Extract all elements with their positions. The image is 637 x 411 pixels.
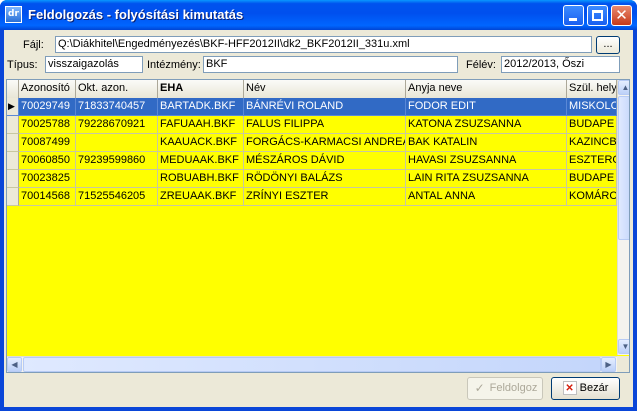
semester-field[interactable]: 2012/2013, Őszi [501, 56, 620, 73]
process-button-label: Feldolgoz [489, 382, 538, 394]
maximize-icon [592, 10, 603, 21]
row-indicator[interactable] [7, 116, 19, 134]
table-cell[interactable]: BAK KATALIN [406, 134, 567, 152]
scroll-up-icon[interactable]: ▲ [618, 80, 629, 95]
table-cell[interactable]: FAFUAAH.BKF [158, 116, 244, 134]
table-cell[interactable]: 70023825 [19, 170, 76, 188]
table-row[interactable]: 70087499 KAAUACK.BKF FORGÁCS-KARMACSI ANDR… [7, 134, 617, 152]
title-bar[interactable]: dr Feldolgozás - folyósítási kimutatás ✕ [0, 0, 637, 30]
header-indicator [7, 80, 19, 98]
minimize-button[interactable] [563, 5, 584, 26]
table-cell[interactable]: KAZINCB [567, 134, 617, 152]
table-row[interactable]: 70025788 79228670921 FAFUAAH.BKF FALUS FILI… [7, 116, 617, 134]
column-header-okt-azon[interactable]: Okt. azon. [76, 80, 158, 98]
table-row[interactable]: ▶ 70029749 71833740457 BARTADK.BKF BÁNRÉVI R… [7, 98, 617, 116]
table-cell[interactable]: 79228670921 [76, 116, 158, 134]
table-cell[interactable]: ZRÍNYI ESZTER [244, 188, 406, 206]
institution-field[interactable]: BKF [203, 56, 458, 73]
row-indicator[interactable] [7, 170, 19, 188]
maximize-button[interactable] [587, 5, 608, 26]
checkmark-icon: ✓ [474, 381, 485, 396]
table-cell[interactable]: LAIN RITA ZSUZSANNA [406, 170, 567, 188]
column-header-id[interactable]: Azonosító [19, 80, 76, 98]
table-row[interactable]: 70014568 71525546205 ZREUAAK.BKF ZRÍNYI ESZ… [7, 188, 617, 206]
table-cell[interactable]: 71833740457 [76, 98, 158, 116]
horizontal-scrollbar[interactable]: ◀ ▶ [7, 356, 617, 372]
table-cell[interactable]: 70025788 [19, 116, 76, 134]
close-x-icon: ✕ [562, 381, 577, 396]
table-cell[interactable]: 70014568 [19, 188, 76, 206]
table-cell[interactable]: 71525546205 [76, 188, 158, 206]
semester-label: Félév: [466, 59, 496, 71]
type-label: Típus: [7, 59, 38, 71]
scroll-down-icon[interactable]: ▼ [618, 339, 629, 354]
institution-label: Intézmény: [147, 59, 201, 71]
scroll-right-icon[interactable]: ▶ [601, 357, 616, 372]
vertical-scrollbar[interactable]: ▲ ▼ [617, 80, 629, 355]
browse-button[interactable]: ... [596, 36, 620, 54]
row-indicator[interactable] [7, 134, 19, 152]
scroll-left-icon[interactable]: ◀ [7, 357, 22, 372]
table-cell[interactable]: BÁNRÉVI ROLAND [244, 98, 406, 116]
table-cell[interactable]: 70060850 [19, 152, 76, 170]
table-cell[interactable]: MISKOLC [567, 98, 617, 116]
table-cell[interactable]: ESZTERG [567, 152, 617, 170]
row-indicator[interactable] [7, 188, 19, 206]
window-title: Feldolgozás - folyósítási kimutatás [28, 7, 244, 22]
type-field[interactable]: visszaigazolás [45, 56, 143, 73]
table-cell[interactable]: FODOR EDIT [406, 98, 567, 116]
column-header-birthplace[interactable]: Szül. hely [567, 80, 617, 98]
dialog-body: Fájl: Q:\Diákhitel\Engedményezés\BKF-HFF… [4, 30, 633, 407]
file-label: Fájl: [23, 39, 44, 51]
table-row[interactable]: 70060850 79239599860 MEDUAAK.BKF MÉSZÁROS D… [7, 152, 617, 170]
table-cell[interactable]: 70087499 [19, 134, 76, 152]
close-icon: ✕ [615, 6, 628, 24]
scrollbar-corner [617, 356, 629, 372]
table-cell[interactable]: BUDAPE [567, 116, 617, 134]
table-cell[interactable]: MEDUAAK.BKF [158, 152, 244, 170]
table-cell[interactable]: ANTAL ANNA [406, 188, 567, 206]
process-button[interactable]: ✓ Feldolgoz [467, 377, 543, 400]
column-header-eha[interactable]: EHA [158, 80, 244, 98]
data-grid[interactable]: Azonosító Okt. azon. EHA Név Anyja neve … [6, 79, 630, 373]
table-cell[interactable]: FORGÁCS-KARMACSI ANDREA [244, 134, 406, 152]
close-window-button[interactable]: ✕ [611, 5, 632, 26]
table-cell[interactable]: KOMÁRC [567, 188, 617, 206]
table-cell[interactable] [76, 134, 158, 152]
column-header-name[interactable]: Név [244, 80, 406, 98]
row-indicator[interactable]: ▶ [7, 98, 19, 116]
row-indicator[interactable] [7, 152, 19, 170]
minimize-icon [569, 18, 577, 21]
table-cell[interactable]: MÉSZÁROS DÁVID [244, 152, 406, 170]
vertical-scroll-thumb[interactable] [618, 96, 629, 240]
table-cell[interactable]: FALUS FILIPPA [244, 116, 406, 134]
table-cell[interactable]: HAVASI ZSUZSANNA [406, 152, 567, 170]
close-button[interactable]: ✕ Bezár [551, 377, 620, 400]
close-button-label: Bezár [579, 382, 609, 394]
table-cell[interactable]: ZREUAAK.BKF [158, 188, 244, 206]
table-cell[interactable]: KAAUACK.BKF [158, 134, 244, 152]
table-cell[interactable]: BARTADK.BKF [158, 98, 244, 116]
column-header-mother-name[interactable]: Anyja neve [406, 80, 567, 98]
table-cell[interactable]: 79239599860 [76, 152, 158, 170]
table-cell[interactable]: BUDAPE [567, 170, 617, 188]
table-cell[interactable]: KATONA ZSUZSANNA [406, 116, 567, 134]
table-cell[interactable]: 70029749 [19, 98, 76, 116]
table-cell[interactable] [76, 170, 158, 188]
grid-header: Azonosító Okt. azon. EHA Név Anyja neve … [7, 80, 617, 98]
application-window: dr Feldolgozás - folyósítási kimutatás ✕… [0, 0, 637, 411]
horizontal-scroll-thumb[interactable] [23, 357, 601, 372]
table-cell[interactable]: ROBUABH.BKF [158, 170, 244, 188]
table-cell[interactable]: RÖDÖNYI BALÁZS [244, 170, 406, 188]
file-path-field[interactable]: Q:\Diákhitel\Engedményezés\BKF-HFF2012II… [55, 36, 592, 53]
app-icon[interactable]: dr [5, 6, 22, 23]
table-row[interactable]: 70023825 ROBUABH.BKF RÖDÖNYI BALÁZS LAIN RI… [7, 170, 617, 188]
